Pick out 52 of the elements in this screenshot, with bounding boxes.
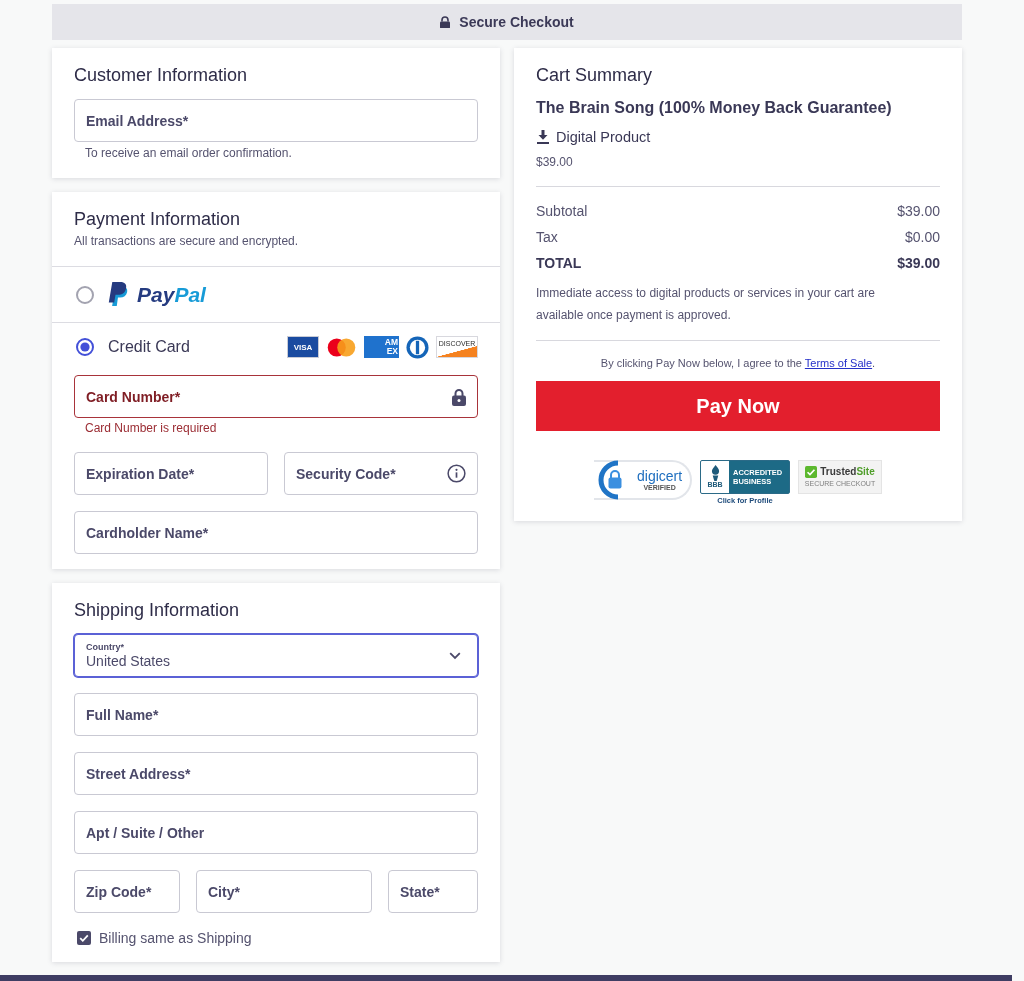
agreement-text: By clicking Pay Now below, I agree to the Terms of Sale.	[599, 356, 877, 371]
payment-method-label[interactable]: Credit Card	[108, 337, 190, 357]
chevron-down-icon	[449, 651, 461, 660]
input-field[interactable]: Street Address*	[74, 752, 478, 795]
info-icon[interactable]	[447, 464, 466, 483]
product-price: $39.00	[536, 154, 574, 170]
access-note: Immediate access to digital products or services in your cart are available once payment is approved.	[536, 285, 876, 324]
input-field[interactable]: State*	[388, 870, 478, 913]
section-title: Customer Information	[74, 64, 249, 86]
input-field[interactable]: Card Number*	[74, 375, 478, 418]
radio-button[interactable]	[76, 338, 94, 356]
helper-text: To receive an email order confirmation.	[85, 146, 293, 160]
lock-icon	[452, 387, 466, 406]
lock-icon	[440, 15, 451, 29]
terms-link[interactable]: Terms of Sale	[804, 357, 873, 369]
section-title: Shipping Information	[74, 599, 241, 621]
page-title: Secure Checkout	[459, 13, 574, 31]
product-type: Digital Product	[556, 128, 651, 147]
pay-now-button[interactable]: Pay Now	[536, 381, 940, 431]
checkbox[interactable]	[77, 931, 91, 945]
paypal-wordmark: PayPal	[137, 282, 206, 307]
p-monogram-icon	[108, 282, 129, 307]
error-message: Card Number is required	[85, 421, 218, 435]
section-title: Cart Summary	[536, 64, 653, 86]
split-circle-icon	[406, 335, 429, 359]
input-field[interactable]: Expiration Date*	[74, 452, 268, 495]
summary-label: Tax	[536, 228, 558, 247]
input-field[interactable]: Apt / Suite / Other	[74, 811, 478, 854]
checkmark-icon	[805, 466, 818, 478]
card-brand-logo: AM EX	[364, 336, 399, 358]
overlapping-circles-icon	[326, 337, 357, 357]
input-field[interactable]: Cardholder Name*	[74, 511, 478, 554]
card-brand-logo: VISA	[287, 336, 319, 358]
summary-amount: $39.00	[897, 202, 940, 221]
download-icon	[537, 130, 549, 144]
section-subtitle: All transactions are secure and encrypted.	[74, 234, 300, 248]
summary-label: TOTAL	[536, 254, 582, 273]
select-field[interactable]: Country* United States	[74, 634, 478, 677]
input-field[interactable]: City*	[196, 870, 372, 913]
summary-amount: $0.00	[904, 228, 940, 247]
summary-amount: $39.00	[897, 254, 940, 273]
input-field[interactable]: Zip Code*	[74, 870, 180, 913]
product-name: The Brain Song (100% Money Back Guarantee)	[536, 98, 893, 118]
summary-label: Subtotal	[536, 202, 588, 221]
input-field[interactable]: Email Address*	[74, 99, 478, 142]
badge-wordmark: digicert	[637, 468, 683, 484]
input-field[interactable]: Full Name*	[74, 693, 478, 736]
radio-button[interactable]	[76, 285, 94, 304]
badge-wordmark: TrustedSite	[820, 466, 875, 478]
section-title: Payment Information	[74, 208, 242, 230]
input-field[interactable]: Security Code*	[284, 452, 478, 495]
checkbox-label[interactable]: Billing same as Shipping	[99, 929, 252, 947]
